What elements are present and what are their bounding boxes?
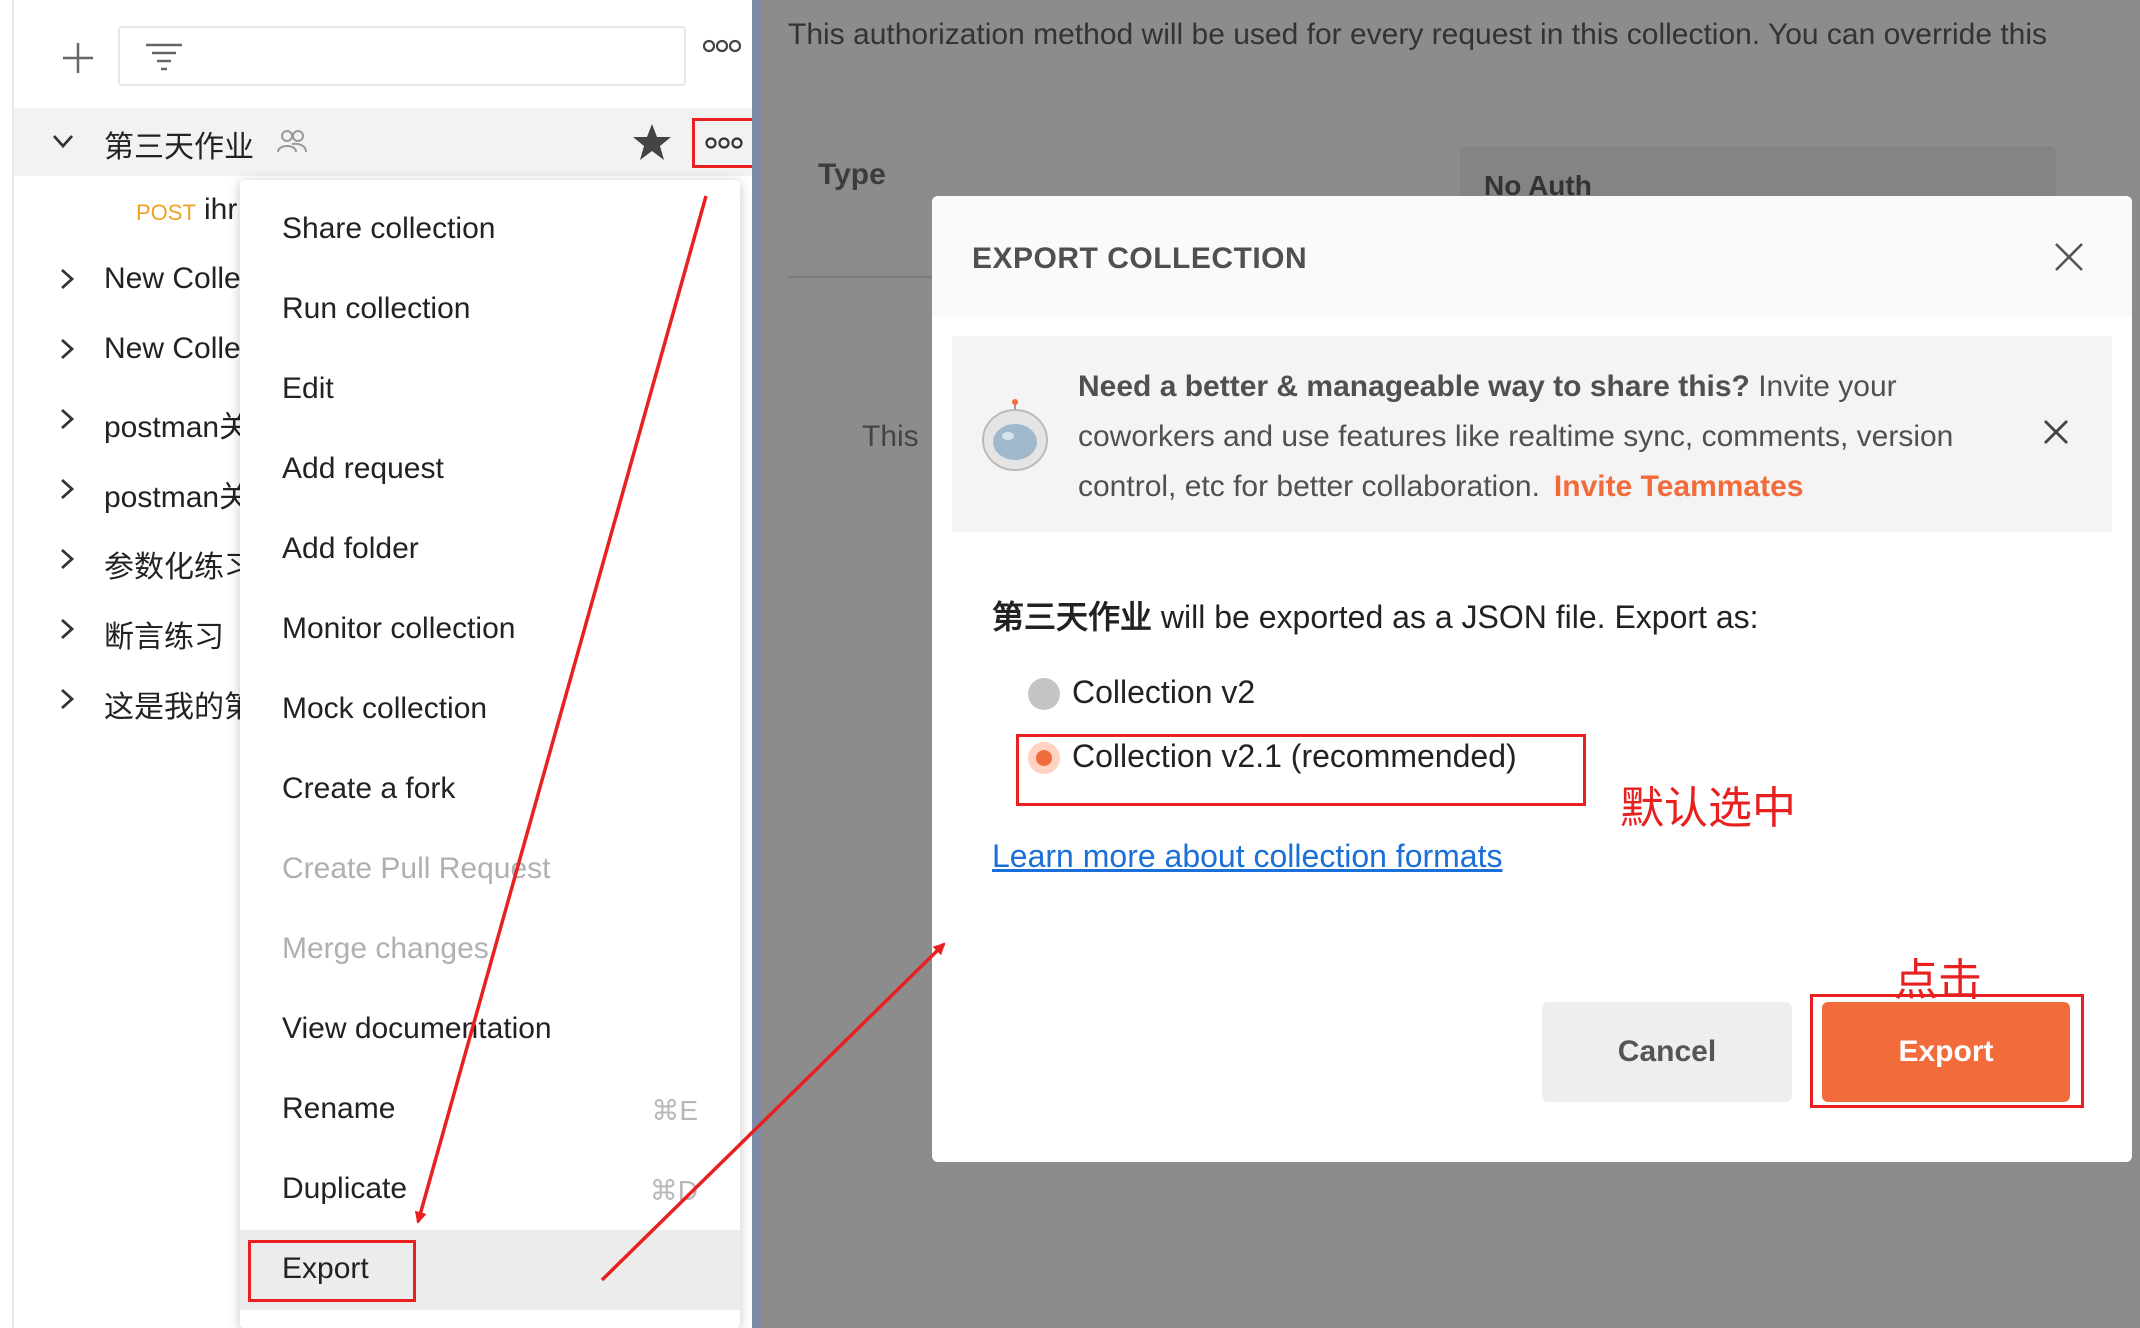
- arrow-to-modal: [600, 942, 946, 1282]
- annotation-arrows: [414, 195, 946, 1282]
- arrow-to-export-menu: [414, 195, 708, 1224]
